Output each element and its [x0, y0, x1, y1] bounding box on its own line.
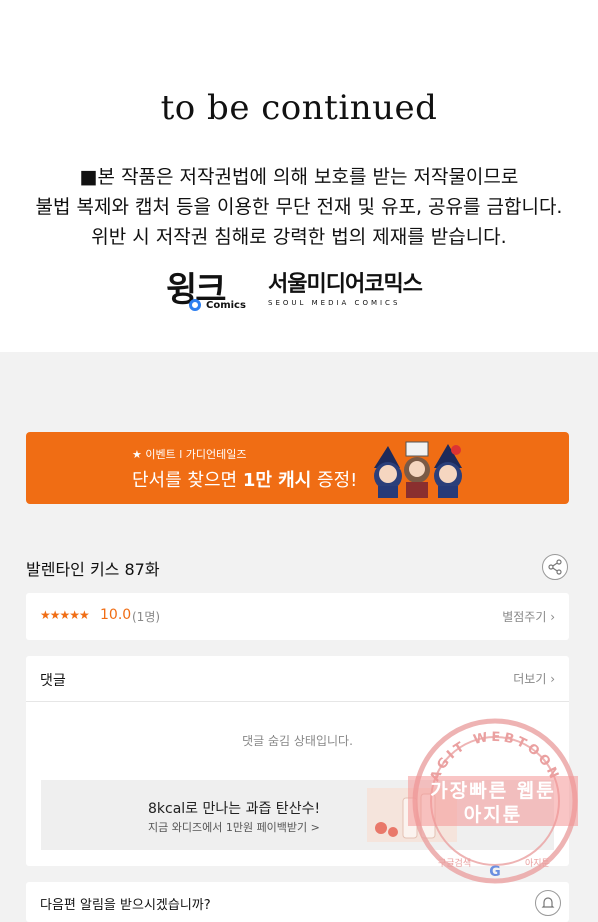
ad-subtitle: 지금 와디즈에서 1만원 페이백받기 >: [148, 821, 320, 834]
episode-title: 발렌타인 키스 87화: [26, 560, 160, 579]
event-banner[interactable]: ★ 이벤트 l 가디언테일즈 단서를 찾으면 1만 캐시 증정!: [26, 432, 569, 504]
seoul-media-comics-logo: 서울미디어코믹스 SEOUL MEDIA COMICS: [268, 266, 448, 310]
to-be-continued-text: to be continued: [160, 88, 438, 128]
end-notice-panel: to be continued ■본 작품은 저작권법에 의해 보호를 받는 저…: [0, 0, 598, 352]
svg-text:G: G: [489, 864, 501, 880]
copyright-notice: ■본 작품은 저작권법에 의해 보호를 받는 저작물이므로 불법 복제와 캡처 …: [0, 162, 598, 252]
rate-button[interactable]: 별점주기 ›: [502, 608, 555, 625]
banner-headline-bold: 1만 캐시: [242, 470, 312, 491]
share-icon: [548, 559, 562, 575]
ad-title: 8kcal로 만나는 과즙 탄산수!: [148, 801, 321, 817]
rating-count: (1명): [132, 610, 161, 624]
watermark-line-1: 가장빠른 웹툰: [430, 780, 556, 802]
notice-line-1: ■본 작품은 저작권법에 의해 보호를 받는 저작물이므로: [79, 166, 519, 188]
rating-stars-icon: ★★★★★: [40, 608, 90, 622]
rating-card: ★★★★★ 10.0 (1명) 별점주기 ›: [26, 593, 569, 640]
wink-logo-circle-icon: [189, 299, 201, 311]
wink-comics-logo: 윙크 Comics: [166, 262, 256, 316]
svg-text:구글검색: 구글검색: [438, 857, 471, 869]
wink-logo-sub: Comics: [206, 300, 246, 311]
divider: [26, 701, 569, 702]
alarm-toggle-button[interactable]: [535, 890, 561, 916]
banner-event-label: ★ 이벤트 l 가디언테일즈: [132, 448, 247, 461]
share-button[interactable]: [542, 554, 568, 580]
watermark-line-2: 아지툰: [463, 804, 523, 826]
bell-icon: [541, 897, 555, 908]
comments-more-link[interactable]: 더보기 ›: [513, 670, 555, 687]
notice-line-3: 위반 시 저작권 침해로 강력한 법의 제재를 받습니다.: [91, 226, 507, 248]
smc-logo-text: 서울미디어코믹스: [268, 272, 423, 297]
comments-header: 댓글: [40, 673, 66, 689]
rating-score: 10.0: [100, 607, 132, 623]
banner-headline-pre: 단서를 찾으면: [132, 470, 243, 491]
svg-text:아지툰: 아지툰: [525, 858, 550, 869]
next-episode-alarm-card: 다음편 알림을 받으시겠습니까?: [26, 882, 569, 922]
banner-headline-post: 증정!: [311, 470, 358, 491]
banner-headline: 단서를 찾으면 1만 캐시 증정!: [132, 466, 357, 492]
notice-line-2: 불법 복제와 캡처 등을 이용한 무단 전재 및 유포, 공유를 금합니다.: [35, 196, 563, 218]
publisher-logos: 윙크 Comics 서울미디어코믹스 SEOUL MEDIA COMICS: [0, 260, 598, 320]
alarm-question: 다음편 알림을 받으시겠습니까?: [40, 898, 211, 913]
game-characters-illustration: [374, 441, 462, 498]
smc-logo-sub: SEOUL MEDIA COMICS: [268, 299, 401, 307]
